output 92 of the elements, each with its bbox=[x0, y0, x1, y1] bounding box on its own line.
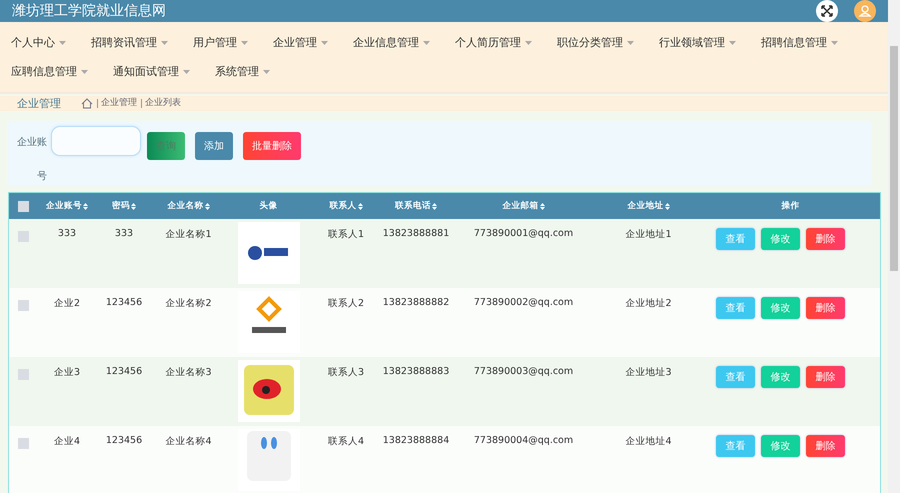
sort-icon[interactable] bbox=[540, 202, 544, 210]
field-label: 企业账号 bbox=[17, 136, 47, 184]
table-cell: 773890004@qq.com bbox=[474, 435, 574, 446]
caret-icon bbox=[423, 40, 430, 44]
add-button[interactable]: 添加 bbox=[195, 132, 233, 160]
sort-icon[interactable] bbox=[83, 202, 88, 210]
delete-button[interactable]: 批量删除 bbox=[243, 132, 301, 160]
view-button[interactable]: 查看 bbox=[716, 228, 755, 250]
sort-icon[interactable] bbox=[131, 202, 136, 210]
table-cell: 13823888881 bbox=[382, 228, 450, 239]
row-checkbox[interactable] bbox=[18, 231, 28, 242]
table-cell: 企业名称4 bbox=[165, 436, 212, 447]
table-cell: 联系人4 bbox=[328, 436, 364, 447]
nav-menu-item[interactable]: 职位分类管理 bbox=[550, 28, 641, 57]
delete-button[interactable]: 删除 bbox=[806, 297, 845, 319]
table-cell: 企业地址3 bbox=[625, 367, 672, 378]
table-cell: 333 bbox=[114, 228, 134, 239]
table-cell: 123456 bbox=[106, 435, 142, 446]
table-cell: 123456 bbox=[106, 297, 142, 308]
column-header: 操作 bbox=[782, 200, 800, 212]
table-cell: 联系人1 bbox=[328, 229, 364, 240]
table-cell: 企业地址1 bbox=[625, 229, 672, 240]
view-button[interactable]: 查看 bbox=[716, 297, 755, 319]
row-checkbox[interactable] bbox=[18, 300, 28, 311]
edit-button[interactable]: 修改 bbox=[761, 297, 800, 319]
table-cell: 联系人2 bbox=[328, 298, 364, 309]
edit-button[interactable]: 修改 bbox=[761, 366, 800, 388]
view-button[interactable]: 查看 bbox=[716, 435, 755, 457]
caret-icon bbox=[263, 70, 270, 74]
fullscreen-icon[interactable] bbox=[816, 0, 838, 22]
caret-icon bbox=[241, 40, 248, 44]
view-button[interactable]: 查看 bbox=[716, 366, 755, 388]
table-cell: 13823888883 bbox=[382, 366, 450, 377]
site-title: 潍坊理工学院就业信息网 bbox=[12, 2, 167, 20]
sort-icon[interactable] bbox=[664, 202, 670, 210]
delete-button[interactable]: 删除 bbox=[806, 366, 845, 388]
scrollbar[interactable] bbox=[888, 0, 900, 493]
sort-icon[interactable] bbox=[432, 202, 437, 210]
table-cell: 123456 bbox=[106, 366, 142, 377]
table-cell: 13823888882 bbox=[382, 297, 450, 308]
table-cell: 773890003@qq.com bbox=[474, 366, 574, 377]
sort-icon[interactable] bbox=[358, 202, 362, 210]
nav-menu-item[interactable]: 用户管理 bbox=[186, 28, 255, 57]
caret-icon bbox=[59, 40, 66, 44]
nav-menu-item[interactable]: 行业领域管理 bbox=[652, 28, 743, 57]
caret-icon bbox=[627, 40, 634, 44]
select-all-checkbox[interactable] bbox=[18, 200, 28, 212]
nav-menu-item[interactable]: 招聘信息管理 bbox=[754, 28, 845, 57]
nav-menu-item[interactable]: 个人中心 bbox=[4, 28, 73, 57]
table-cell: 773890002@qq.com bbox=[474, 297, 574, 308]
delete-button[interactable]: 删除 bbox=[806, 228, 845, 250]
column-header[interactable]: 企业地址 bbox=[628, 200, 670, 212]
caret-icon bbox=[831, 40, 838, 44]
breadcrumb-link[interactable]: 企业管理 bbox=[97, 99, 137, 108]
home-icon[interactable] bbox=[81, 98, 93, 109]
caret-icon bbox=[81, 70, 88, 74]
nav-menu-item[interactable]: 系统管理 bbox=[208, 57, 277, 86]
table-cell: 企业4 bbox=[54, 436, 80, 447]
sort-icon[interactable] bbox=[204, 202, 210, 210]
breadcrumb-link[interactable]: 企业列表 bbox=[141, 99, 181, 108]
nav-menu-item[interactable]: 个人简历管理 bbox=[448, 28, 539, 57]
delete-button[interactable]: 删除 bbox=[806, 435, 845, 457]
table-cell: 企业名称3 bbox=[165, 367, 212, 378]
nav-menu-item[interactable]: 应聘信息管理 bbox=[4, 57, 95, 86]
edit-button[interactable]: 修改 bbox=[761, 435, 800, 457]
table-cell: 企业2 bbox=[54, 298, 80, 309]
table-cell: 企业3 bbox=[54, 367, 80, 378]
row-checkbox[interactable] bbox=[18, 369, 28, 380]
column-header: 头像 bbox=[260, 200, 278, 212]
caret-icon bbox=[321, 40, 328, 44]
table-cell: 773890001@qq.com bbox=[474, 228, 574, 239]
user-avatar-icon[interactable] bbox=[854, 0, 876, 22]
caret-icon bbox=[729, 40, 736, 44]
table-cell: 企业地址2 bbox=[625, 298, 672, 309]
table-cell: 企业名称1 bbox=[165, 229, 212, 240]
table-cell: 企业地址4 bbox=[625, 436, 672, 447]
nav-menu-item[interactable]: 企业信息管理 bbox=[346, 28, 437, 57]
nav-menu-item[interactable]: 通知面试管理 bbox=[106, 57, 197, 86]
table-cell: 13823888884 bbox=[382, 435, 450, 446]
nav-menu-item[interactable]: 招聘资讯管理 bbox=[84, 28, 175, 57]
table-cell: 333 bbox=[58, 228, 76, 239]
edit-button[interactable]: 修改 bbox=[761, 228, 800, 250]
nav-menu-item[interactable]: 企业管理 bbox=[266, 28, 335, 57]
caret-icon bbox=[161, 40, 168, 44]
column-header[interactable]: 企业邮箱 bbox=[502, 200, 544, 212]
search-input-field[interactable] bbox=[51, 126, 141, 156]
caret-icon bbox=[183, 70, 190, 74]
table-cell: 联系人3 bbox=[328, 367, 364, 378]
table-cell: 企业名称2 bbox=[165, 298, 212, 309]
caret-icon bbox=[525, 40, 532, 44]
row-checkbox[interactable] bbox=[18, 438, 28, 449]
page-title: 企业管理 bbox=[17, 96, 61, 111]
